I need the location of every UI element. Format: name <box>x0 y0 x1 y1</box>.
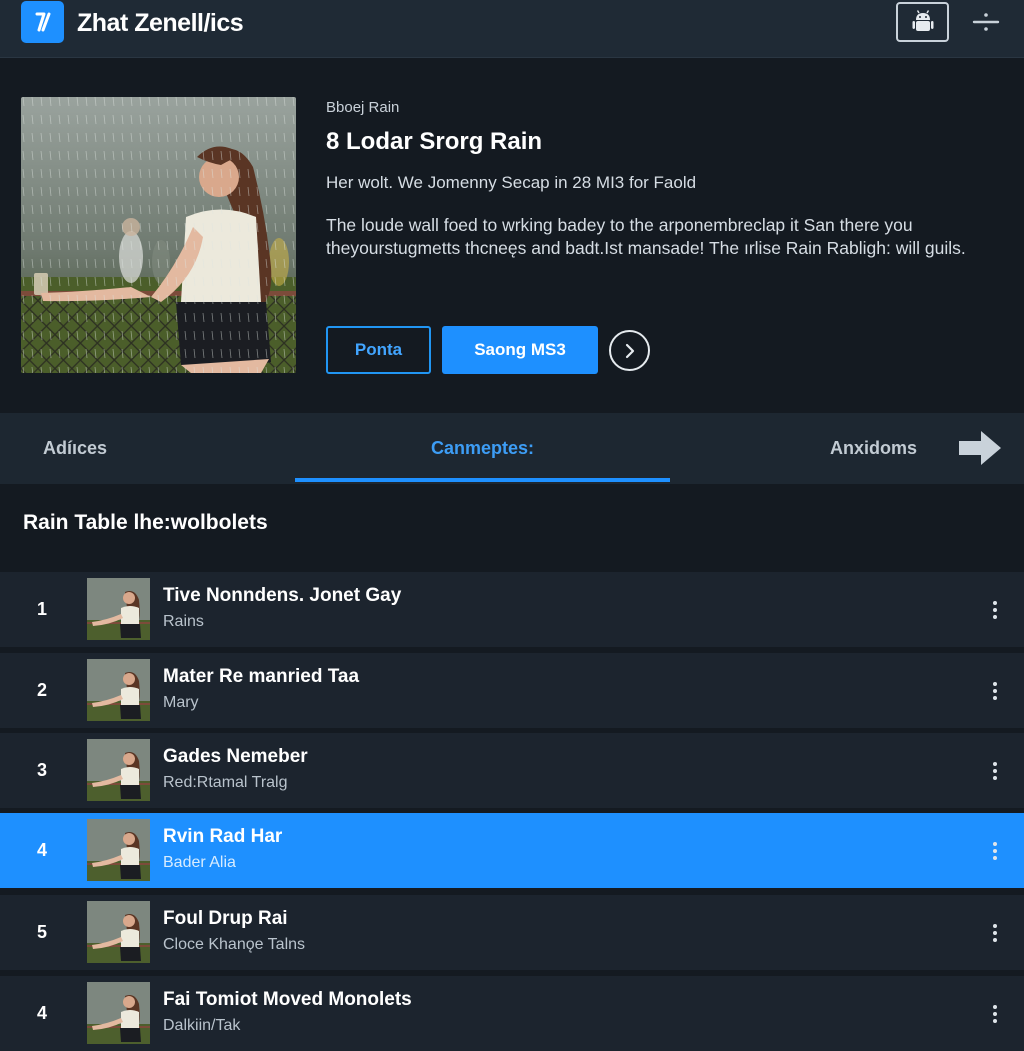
chevron-right-icon <box>625 343 634 358</box>
arrow-right-icon[interactable] <box>957 429 1003 467</box>
hero-title: 8 Lodar Srorg Rain <box>326 128 543 155</box>
track-row[interactable]: 5 Foul Drup Rai Cloce Khanǫe Talns <box>0 895 1024 970</box>
track-thumbnail <box>87 819 150 881</box>
tab-concepts[interactable]: Canmeptes: <box>295 413 670 484</box>
tab-bar: Adíıces Canmeptes: Anxidoms <box>0 413 1024 484</box>
hero-description: The loude wall foed to wrking badey to t… <box>326 215 966 258</box>
active-tab-indicator <box>295 478 670 482</box>
track-number: 4 <box>36 840 47 860</box>
logo-slash-icon <box>35 12 50 32</box>
tab-anxidoms[interactable]: Anxidoms <box>830 413 917 484</box>
next-button[interactable] <box>609 330 650 371</box>
track-subtitle: Bader Alia <box>163 854 236 871</box>
track-title: Rvin Rad Har <box>163 826 283 847</box>
tab-advices[interactable]: Adíıces <box>43 413 107 484</box>
track-row[interactable]: 1 Tive Nonndens. Jonet Gay Rains <box>0 572 1024 647</box>
app-logo[interactable] <box>21 1 64 43</box>
track-number: 2 <box>36 680 47 700</box>
play-button[interactable]: Saong MS3 <box>442 326 598 374</box>
more-vertical-icon <box>993 762 997 780</box>
more-vertical-icon <box>993 924 997 942</box>
track-title: Gades Nemeber <box>163 746 308 767</box>
more-vertical-icon <box>993 1005 997 1023</box>
hero-cover-image <box>21 97 296 373</box>
track-subtitle: Cloce Khanǫe Talns <box>163 936 306 953</box>
track-row[interactable]: 2 Mater Re manried Taa Mary <box>0 653 1024 728</box>
hero-meta: Her wolt. We Jomenny Secap in 28 MI3 for… <box>326 173 697 192</box>
track-subtitle: Rains <box>163 613 204 630</box>
track-menu-button[interactable] <box>981 594 1009 626</box>
track-menu-button[interactable] <box>981 755 1009 787</box>
track-row[interactable]: 3 Gades Nemeber Red:Rtamal Tralg <box>0 733 1024 808</box>
app-title: Zhat Zenell/ics <box>77 9 244 37</box>
track-menu-button[interactable] <box>981 998 1009 1030</box>
track-thumbnail <box>87 901 150 963</box>
more-vertical-icon <box>993 842 997 860</box>
track-title: Mater Re manried Taa <box>163 666 360 687</box>
track-thumbnail <box>87 578 150 640</box>
track-thumbnail <box>87 739 150 801</box>
track-title: Fai Tomiot Moved Monolets <box>163 989 412 1010</box>
more-vertical-icon <box>993 682 997 700</box>
track-menu-button[interactable] <box>981 675 1009 707</box>
track-thumbnail <box>87 659 150 721</box>
more-options-button[interactable] <box>966 6 1006 38</box>
android-icon <box>912 10 933 31</box>
track-subtitle: Red:Rtamal Tralg <box>163 774 288 791</box>
track-subtitle: Mary <box>163 694 199 711</box>
track-row[interactable]: 4 Fai Tomiot Moved Monolets Dalkiin/Tak <box>0 976 1024 1051</box>
track-thumbnail <box>87 982 150 1044</box>
more-vertical-icon <box>993 601 997 619</box>
track-row[interactable]: 4 Rvin Rad Har Bader Alia <box>0 813 1024 888</box>
track-subtitle: Dalkiin/Tak <box>163 1017 241 1034</box>
track-title: Foul Drup Rai <box>163 908 288 929</box>
hero-section: Bboej Rain 8 Lodar Srorg Rain Her wolt. … <box>0 59 1024 413</box>
track-menu-button[interactable] <box>981 835 1009 867</box>
ponta-button[interactable]: Ponta <box>326 326 431 374</box>
top-bar: Zhat Zenell/ics <box>0 0 1024 58</box>
hero-kicker: Bboej Rain <box>326 99 400 116</box>
track-title: Tive Nonndens. Jonet Gay <box>163 585 402 606</box>
section-title: Rain Table lhe:wolbolets <box>23 511 268 534</box>
track-menu-button[interactable] <box>981 917 1009 949</box>
track-number: 1 <box>36 599 47 619</box>
track-number: 3 <box>36 760 47 780</box>
overflow-menu-icon <box>972 13 1000 31</box>
android-button[interactable] <box>896 2 949 42</box>
track-number: 5 <box>36 922 47 942</box>
track-number: 4 <box>36 1003 47 1023</box>
